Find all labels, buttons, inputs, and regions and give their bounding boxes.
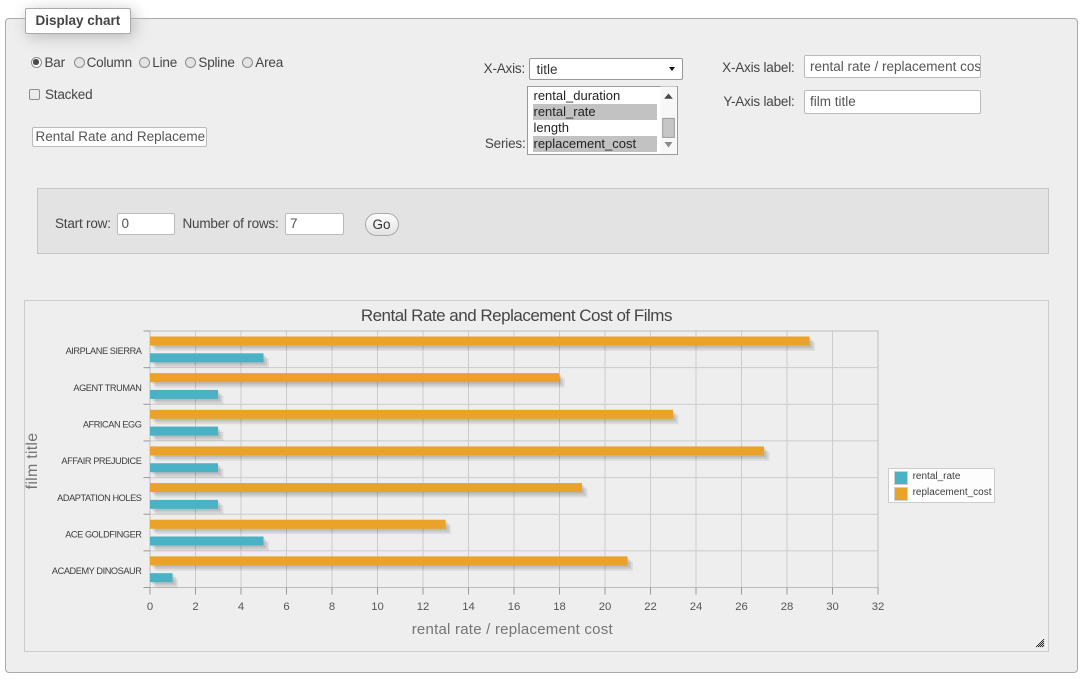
svg-text:28: 28 <box>781 601 794 613</box>
svg-text:24: 24 <box>690 601 703 613</box>
svg-text:6: 6 <box>283 601 289 613</box>
svg-text:10: 10 <box>371 601 384 613</box>
svg-text:12: 12 <box>417 601 430 613</box>
svg-text:film title: film title <box>24 433 41 490</box>
svg-text:AFFAIR PREJUDICE: AFFAIR PREJUDICE <box>61 456 141 466</box>
svg-text:30: 30 <box>826 601 839 613</box>
svg-text:4: 4 <box>238 601 244 613</box>
svg-text:AGENT TRUMAN: AGENT TRUMAN <box>73 383 141 393</box>
svg-text:2: 2 <box>192 601 198 613</box>
svg-text:16: 16 <box>508 601 521 613</box>
svg-text:8: 8 <box>329 601 335 613</box>
svg-text:20: 20 <box>599 601 612 613</box>
svg-text:AIRPLANE SIERRA: AIRPLANE SIERRA <box>66 346 143 356</box>
svg-text:14: 14 <box>462 601 475 613</box>
svg-text:Rental Rate and Replacement Co: Rental Rate and Replacement Cost of Film… <box>361 306 672 325</box>
svg-text:rental rate / replacement cost: rental rate / replacement cost <box>412 621 614 638</box>
svg-text:18: 18 <box>553 601 566 613</box>
svg-text:ADAPTATION HOLES: ADAPTATION HOLES <box>57 493 142 503</box>
svg-text:22: 22 <box>644 601 657 613</box>
svg-text:0: 0 <box>147 601 153 613</box>
svg-text:AFRICAN EGG: AFRICAN EGG <box>83 420 142 430</box>
svg-text:32: 32 <box>872 601 885 613</box>
svg-text:ACE GOLDFINGER: ACE GOLDFINGER <box>65 529 142 539</box>
svg-text:26: 26 <box>735 601 748 613</box>
svg-text:ACADEMY DINOSAUR: ACADEMY DINOSAUR <box>52 566 142 576</box>
